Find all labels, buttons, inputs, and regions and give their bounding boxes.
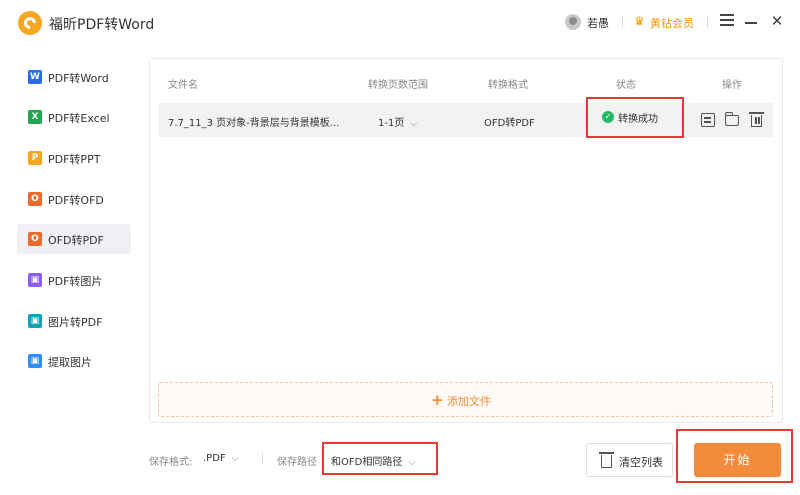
sidebar-item-pdf-to-ofd[interactable]: O PDF转OFD <box>17 184 131 214</box>
plus-icon: + <box>431 391 444 409</box>
header-actions: 操作 <box>722 80 742 91</box>
start-button[interactable]: 开始 <box>694 443 781 477</box>
chevron-down-icon: ⌵ <box>231 454 239 464</box>
app-title: 福昕PDF转Word <box>49 17 155 33</box>
title-bar: 福昕PDF转Word 若愚 ♛ 黄钻会员 ✕ <box>0 0 800 46</box>
user-name[interactable]: 若愚 <box>587 15 609 31</box>
trash-icon <box>599 452 614 468</box>
sidebar-item-label: OFD转PDF <box>48 234 104 247</box>
sidebar-item-label: PDF转PPT <box>48 153 101 166</box>
header-page-range: 转换页数范围 <box>368 80 428 91</box>
page-range-value: 1-1页 <box>378 118 405 129</box>
save-path-value: 和OFD相同路径 <box>331 457 403 468</box>
page-range-select[interactable]: 1-1页 ⌵ <box>378 114 417 129</box>
sidebar-item-label: PDF转图片 <box>48 275 103 288</box>
sidebar-item-pdf-to-image[interactable]: ▣ PDF转图片 <box>17 265 131 295</box>
menu-icon[interactable] <box>720 14 734 28</box>
image-icon: ▣ <box>28 273 42 287</box>
crown-icon[interactable]: ♛ <box>634 15 648 27</box>
add-file-label: 添加文件 <box>447 395 491 408</box>
sidebar-item-image-to-pdf[interactable]: ▣ 图片转PDF <box>17 306 131 336</box>
sidebar-item-label: PDF转Word <box>48 72 109 85</box>
save-path-select[interactable]: 和OFD相同路径 ⌵ <box>331 453 415 468</box>
check-circle-icon: ✓ <box>602 111 614 123</box>
row-filename: 7.7_11_3 页对象-背景层与背景模板... <box>168 118 340 129</box>
ofd-icon: O <box>28 192 42 206</box>
minimize-icon[interactable] <box>745 22 757 24</box>
sidebar-item-label: 提取图片 <box>48 356 92 369</box>
word-icon: W <box>28 70 42 84</box>
sidebar-item-pdf-to-excel[interactable]: X PDF转Excel <box>17 102 131 132</box>
separator <box>622 16 623 28</box>
clear-list-label: 清空列表 <box>619 456 663 469</box>
status-highlight: ✓ 转换成功 <box>586 97 684 138</box>
sidebar-item-label: PDF转OFD <box>48 194 104 207</box>
start-highlight: 开始 <box>676 429 793 483</box>
save-format-select[interactable]: .PDF ⌵ <box>203 453 239 464</box>
add-file-button[interactable]: + 添加文件 <box>158 382 773 417</box>
separator <box>262 452 263 464</box>
ofd-icon: O <box>28 232 42 246</box>
vip-label[interactable]: 黄钻会员 <box>650 15 694 31</box>
sidebar-item-pdf-to-word[interactable]: W PDF转Word <box>17 62 131 92</box>
save-format-label: 保存格式: <box>149 457 193 468</box>
folder-icon[interactable] <box>724 112 739 126</box>
sidebar-item-ofd-to-pdf[interactable]: O OFD转PDF <box>17 224 131 254</box>
save-path-highlight: 和OFD相同路径 ⌵ <box>322 442 438 475</box>
chevron-down-icon: ⌵ <box>408 458 416 468</box>
sidebar-item-label: PDF转Excel <box>48 112 110 125</box>
header-filename: 文件名 <box>168 80 198 91</box>
separator <box>707 16 708 28</box>
save-path-label: 保存路径 <box>277 457 317 468</box>
file-list-panel: 文件名 转换页数范围 转换格式 状态 操作 7.7_11_3 页对象-背景层与背… <box>149 58 783 423</box>
app-logo-icon <box>18 11 42 35</box>
save-format-value: .PDF <box>203 453 226 464</box>
image-icon: ▣ <box>28 314 42 328</box>
clear-list-button[interactable]: 清空列表 <box>586 443 673 477</box>
sidebar-item-extract-images[interactable]: ▣ 提取图片 <box>17 346 131 376</box>
sidebar-item-pdf-to-ppt[interactable]: P PDF转PPT <box>17 143 131 173</box>
sidebar-item-label: 图片转PDF <box>48 316 103 329</box>
table-header: 文件名 转换页数范围 转换格式 状态 操作 <box>150 59 782 101</box>
chevron-down-icon: ⌵ <box>410 119 418 129</box>
status-text: 转换成功 <box>618 114 658 125</box>
document-icon[interactable] <box>701 113 715 127</box>
header-status: 状态 <box>616 80 636 91</box>
close-icon[interactable]: ✕ <box>770 14 784 29</box>
image-icon: ▣ <box>28 354 42 368</box>
sidebar: W PDF转Word X PDF转Excel P PDF转PPT O PDF转O… <box>0 46 140 495</box>
table-row[interactable]: 7.7_11_3 页对象-背景层与背景模板... 1-1页 ⌵ OFD转PDF ✓… <box>158 97 773 138</box>
ppt-icon: P <box>28 151 42 165</box>
excel-icon: X <box>28 110 42 124</box>
trash-icon[interactable] <box>749 112 764 127</box>
header-format: 转换格式 <box>488 80 528 91</box>
row-format: OFD转PDF <box>484 118 535 129</box>
user-avatar[interactable] <box>565 14 581 30</box>
